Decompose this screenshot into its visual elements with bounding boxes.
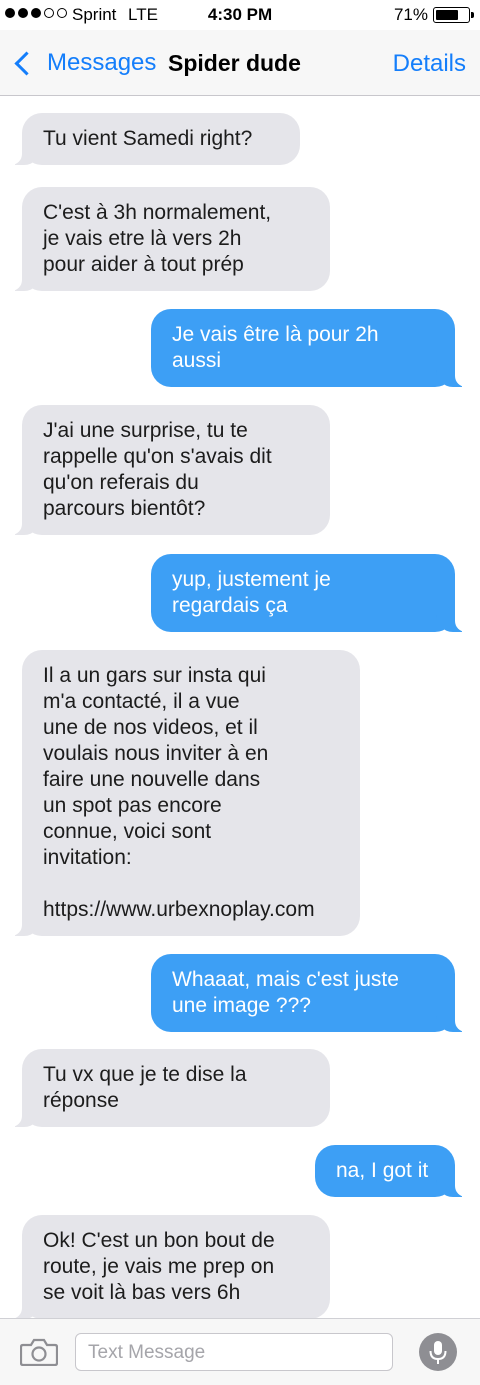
message-input-bar: Text Message	[0, 1318, 480, 1385]
messages-screen: Sprint LTE 4:30 PM 71% Messages Spider d…	[0, 0, 480, 1385]
message-bubble-incoming: Il a un gars sur insta qui m'a contacté,…	[9, 650, 360, 936]
message-bubble-incoming: J'ai une surprise, tu te rappelle qu'on …	[9, 405, 330, 535]
status-bar: Sprint LTE 4:30 PM 71%	[0, 0, 480, 30]
battery-cap	[471, 12, 474, 18]
message-bubble-incoming: C'est à 3h normalement, je vais etre là …	[9, 187, 330, 291]
camera-icon[interactable]	[19, 1338, 59, 1367]
message-text: Il a un gars sur insta qui m'a contacté,…	[43, 664, 315, 921]
battery-icon	[433, 7, 470, 23]
message-text: yup, justement je regardais ça	[172, 568, 331, 617]
message-bubble-outgoing: Whaaat, mais c'est juste une image ???	[151, 954, 468, 1032]
back-to-messages-button[interactable]: Messages	[10, 45, 156, 81]
message-bubble-outgoing: na, I got it	[315, 1145, 468, 1197]
message-bubble-incoming: Tu vient Samedi right?	[9, 113, 300, 165]
message-text: na, I got it	[336, 1159, 429, 1182]
message-text: J'ai une surprise, tu te rappelle qu'on …	[43, 419, 272, 520]
message-text: Tu vx que je te dise la réponse	[43, 1063, 247, 1112]
message-text: Tu vient Samedi right?	[43, 127, 253, 150]
battery-level-fill	[436, 10, 458, 20]
back-button-label: Messages	[47, 49, 157, 76]
message-text: C'est à 3h normalement, je vais etre là …	[43, 201, 272, 276]
navigation-bar: Messages Spider dude Details	[0, 30, 480, 96]
microphone-icon[interactable]	[419, 1333, 457, 1371]
message-bubble-outgoing: Je vais être là pour 2h aussi	[151, 309, 468, 387]
message-text: Ok! C'est un bon bout de route, je vais …	[43, 1229, 275, 1304]
chevron-left-icon	[14, 50, 39, 76]
message-text: Whaaat, mais c'est juste une image ???	[172, 968, 399, 1017]
message-text: Je vais être là pour 2h aussi	[172, 323, 379, 372]
message-thread[interactable]: Tu vient Samedi right? C'est à 3h normal…	[0, 96, 480, 1319]
message-bubble-incoming: Ok! C'est un bon bout de route, je vais …	[9, 1215, 330, 1319]
message-bubble-incoming: Tu vx que je te dise la réponse	[9, 1049, 330, 1127]
message-text-field[interactable]: Text Message	[75, 1333, 393, 1371]
battery-percentage: 71%	[393, 5, 428, 24]
details-button[interactable]: Details	[393, 50, 466, 78]
conversation-title: Spider dude	[168, 50, 301, 76]
message-bubble-outgoing: yup, justement je regardais ça	[151, 554, 468, 632]
message-placeholder: Text Message	[88, 1342, 206, 1363]
